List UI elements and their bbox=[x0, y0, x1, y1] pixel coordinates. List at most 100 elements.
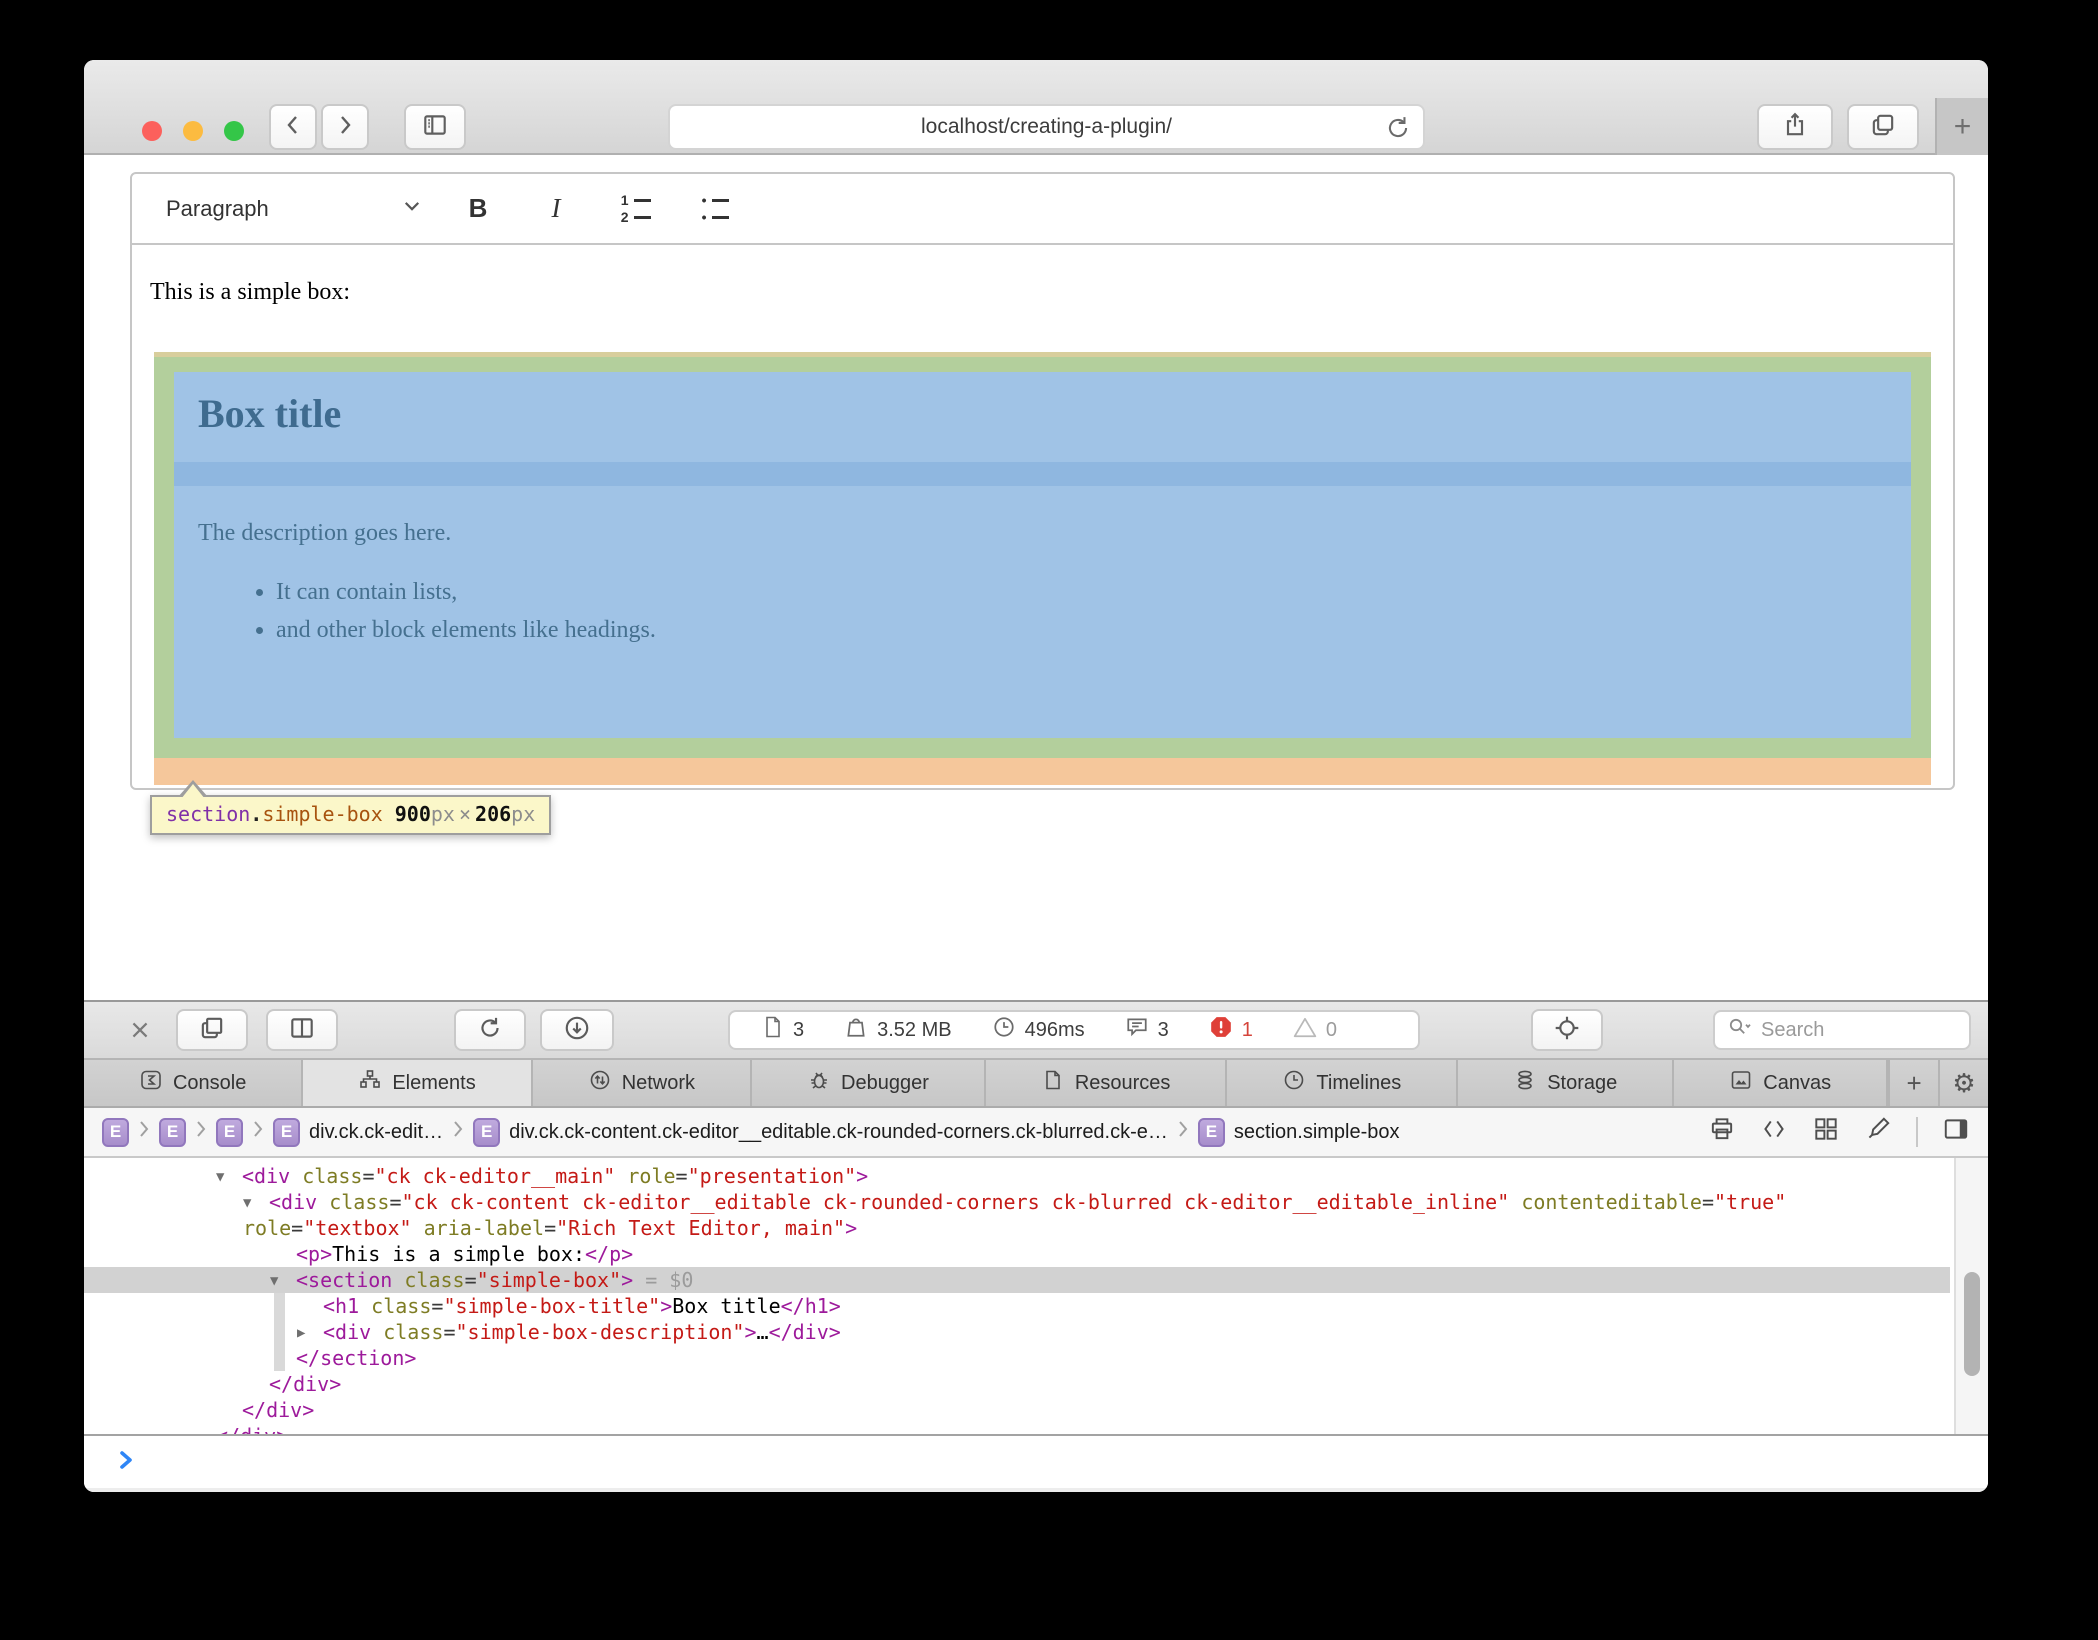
tooltip-height: 206 bbox=[475, 802, 511, 826]
crosshair-icon bbox=[1553, 1014, 1581, 1047]
elements-icon bbox=[358, 1068, 382, 1098]
selection-indent-guide bbox=[274, 1293, 285, 1371]
numbered-list-button[interactable]: 1 2 bbox=[612, 187, 656, 231]
sidebar-toggle-button[interactable] bbox=[404, 104, 466, 150]
settings-button[interactable]: ⚙ bbox=[1938, 1060, 1988, 1106]
weight-icon bbox=[844, 1015, 868, 1045]
tab-console[interactable]: Console bbox=[84, 1060, 303, 1106]
documents-stat: 3 bbox=[762, 1015, 804, 1045]
share-button[interactable] bbox=[1757, 104, 1833, 150]
disclosure-open-icon[interactable]: ▼ bbox=[216, 1164, 242, 1190]
error-octagon-icon bbox=[1209, 1015, 1233, 1045]
tab-storage[interactable]: Storage bbox=[1458, 1060, 1674, 1106]
code-line-selected[interactable]: ▼<section class="simple-box"> = $0 bbox=[84, 1267, 1950, 1293]
document-icon bbox=[762, 1015, 784, 1045]
plus-icon: + bbox=[1906, 1068, 1921, 1099]
forward-button[interactable] bbox=[321, 104, 369, 150]
errors-stat: 1 bbox=[1209, 1015, 1253, 1045]
breadcrumb-item[interactable]: E bbox=[102, 1118, 129, 1147]
tab-resources[interactable]: Resources bbox=[986, 1060, 1228, 1106]
bold-button[interactable]: B bbox=[456, 187, 500, 231]
new-tab-button[interactable]: + bbox=[1935, 98, 1988, 155]
chevron-right-icon bbox=[252, 1119, 264, 1145]
close-inspector-button[interactable] bbox=[128, 1018, 152, 1042]
code-line[interactable]: role="textbox" aria-label="Rich Text Edi… bbox=[84, 1215, 1950, 1241]
code-line[interactable]: </div> bbox=[84, 1397, 1950, 1423]
detach-inspector-button[interactable] bbox=[176, 1009, 248, 1051]
url-field[interactable]: localhost/creating-a-plugin/ bbox=[668, 104, 1425, 150]
disclosure-closed-icon[interactable]: ▶ bbox=[297, 1320, 323, 1346]
heading-dropdown[interactable]: Paragraph bbox=[166, 196, 422, 222]
reload-icon[interactable] bbox=[1383, 113, 1413, 149]
traffic-light-close[interactable] bbox=[142, 121, 162, 141]
editable-area[interactable]: This is a simple box: Box title The desc… bbox=[132, 245, 1953, 788]
gear-icon: ⚙ bbox=[1952, 1068, 1975, 1099]
dock-side-button[interactable] bbox=[266, 1009, 338, 1051]
element-badge: E bbox=[473, 1118, 500, 1147]
storage-icon bbox=[1513, 1068, 1537, 1098]
tab-overview-button[interactable] bbox=[1847, 104, 1919, 150]
inspector-tab-bar: Console Elements NetworkDebuggerResourcesT… bbox=[84, 1060, 1988, 1108]
breadcrumb-item[interactable]: E bbox=[216, 1118, 243, 1147]
tab-label: Elements bbox=[392, 1072, 475, 1095]
print-button[interactable] bbox=[1708, 1115, 1736, 1149]
code-line[interactable]: ▼<div class="ck ck-content ck-editor__ed… bbox=[84, 1189, 1950, 1215]
intro-paragraph: This is a simple box: bbox=[132, 245, 1953, 306]
italic-button[interactable]: I bbox=[534, 187, 578, 231]
scrollbar-track[interactable] bbox=[1954, 1158, 1988, 1434]
search-input[interactable]: Search bbox=[1713, 1010, 1971, 1050]
code-line[interactable]: <p>This is a simple box:</p> bbox=[84, 1241, 1950, 1267]
breadcrumb-item[interactable]: E bbox=[159, 1118, 186, 1147]
inspector-reload-button[interactable] bbox=[454, 1009, 526, 1051]
speech-bubble-icon bbox=[1125, 1015, 1149, 1045]
resource-stats-bar[interactable]: 3 3.52 MB 496ms 3 bbox=[728, 1010, 1420, 1050]
details-sidebar-toggle[interactable] bbox=[1942, 1115, 1970, 1149]
paint-flashing-button[interactable] bbox=[1864, 1115, 1892, 1149]
load-time-stat: 496ms bbox=[992, 1015, 1085, 1045]
disclosure-open-icon[interactable]: ▼ bbox=[270, 1268, 296, 1294]
canvas-icon bbox=[1729, 1068, 1753, 1098]
element-badge: E bbox=[273, 1118, 300, 1147]
code-line[interactable]: ▼<div class="ck ck-editor__main" role="p… bbox=[84, 1163, 1950, 1189]
tab-network[interactable]: Network bbox=[533, 1060, 752, 1106]
debugger-icon bbox=[807, 1068, 831, 1098]
tooltip-width-unit: px bbox=[431, 802, 455, 826]
tab-canvas[interactable]: Canvas bbox=[1674, 1060, 1888, 1106]
reload-icon bbox=[476, 1014, 504, 1047]
close-icon bbox=[128, 1029, 152, 1046]
chevron-right-icon bbox=[138, 1119, 150, 1145]
code-line[interactable]: </div> bbox=[84, 1423, 1950, 1434]
back-button[interactable] bbox=[269, 104, 317, 150]
scrollbar-thumb[interactable] bbox=[1964, 1272, 1980, 1376]
search-placeholder: Search bbox=[1761, 1019, 1824, 1042]
back-icon bbox=[284, 112, 302, 143]
add-tab-button[interactable]: + bbox=[1888, 1060, 1938, 1106]
code-line[interactable]: ▶<div class="simple-box-description">…</… bbox=[84, 1319, 1950, 1345]
show-source-button[interactable] bbox=[1760, 1115, 1788, 1149]
tab-debugger[interactable]: Debugger bbox=[752, 1060, 986, 1106]
prompt-chevron-icon bbox=[118, 1448, 136, 1477]
traffic-light-minimize[interactable] bbox=[183, 121, 203, 141]
box-title-margin-band bbox=[174, 462, 1911, 486]
grid-overlay-button[interactable] bbox=[1812, 1115, 1840, 1149]
breadcrumb-item[interactable]: Ediv.ck.ck-content.ck-editor__editable.c… bbox=[473, 1118, 1168, 1147]
pages-icon bbox=[198, 1014, 226, 1047]
page-content: Paragraph B I 1 2 • • bbox=[84, 155, 1988, 1000]
disclosure-open-icon[interactable]: ▼ bbox=[243, 1190, 269, 1216]
code-line[interactable]: </div> bbox=[84, 1371, 1950, 1397]
tab-elements[interactable]: Elements bbox=[303, 1060, 532, 1106]
warning-triangle-icon bbox=[1293, 1015, 1317, 1045]
tab-timelines[interactable]: Timelines bbox=[1227, 1060, 1458, 1106]
element-picker-button[interactable] bbox=[1531, 1009, 1603, 1051]
numbered-list-icon: 1 2 bbox=[618, 194, 651, 223]
breadcrumb-item[interactable]: Esection.simple-box bbox=[1198, 1118, 1400, 1147]
console-prompt[interactable] bbox=[84, 1434, 1988, 1488]
split-view-icon bbox=[288, 1014, 316, 1047]
download-button[interactable] bbox=[540, 1009, 614, 1051]
breadcrumb-item[interactable]: Ediv.ck.ck-edit… bbox=[273, 1118, 443, 1147]
traffic-light-zoom[interactable] bbox=[224, 121, 244, 141]
code-line[interactable]: </section> bbox=[84, 1345, 1950, 1371]
bulleted-list-button[interactable]: • • bbox=[690, 187, 734, 231]
code-line[interactable]: <h1 class="simple-box-title">Box title</… bbox=[84, 1293, 1950, 1319]
breadcrumb: EEEEdiv.ck.ck-edit…Ediv.ck.ck-content.ck… bbox=[84, 1108, 1988, 1158]
